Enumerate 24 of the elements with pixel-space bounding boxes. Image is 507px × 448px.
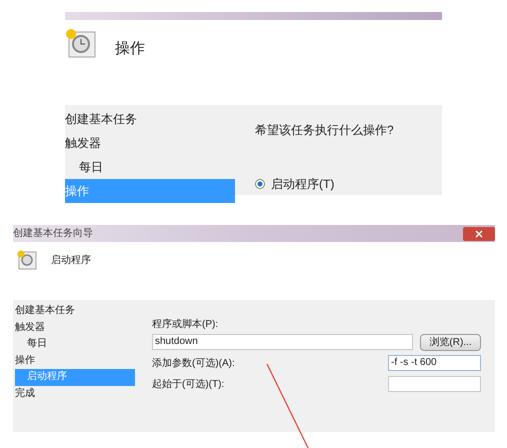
clock-icon (17, 250, 37, 270)
input-field[interactable]: -f -s -t 600 (388, 355, 481, 371)
question-text: 希望该任务执行什么操作? (255, 122, 394, 139)
nav-item[interactable]: 触发器 (15, 320, 135, 336)
nav-item[interactable]: 触发器 (65, 131, 235, 155)
input-field[interactable]: shutdown (152, 334, 413, 350)
browse-button[interactable]: 浏览(R)... (420, 334, 481, 351)
close-icon[interactable] (463, 226, 495, 240)
nav-item[interactable]: 完成 (15, 386, 135, 402)
radio-button[interactable] (255, 179, 265, 189)
input-field[interactable] (388, 376, 481, 392)
nav-item[interactable]: 每日 (15, 336, 135, 352)
nav-item[interactable]: 创建基本任务 (65, 107, 235, 131)
field-label: 起始于(可选)(T): (152, 378, 224, 392)
page-heading: 启动程序 (51, 254, 91, 268)
nav-item[interactable]: 每日 (65, 155, 235, 179)
field-label: 程序或脚本(P): (152, 318, 220, 332)
clock-icon (65, 28, 97, 58)
page-heading: 操作 (115, 39, 145, 59)
field-label: 添加参数(可选)(A): (152, 356, 235, 370)
nav-item[interactable]: 操作 (15, 352, 135, 369)
nav-item[interactable]: 创建基本任务 (15, 303, 135, 320)
window-title: 创建基本任务向导 (13, 226, 93, 241)
radio-label[interactable]: 启动程序(T) (271, 175, 334, 193)
